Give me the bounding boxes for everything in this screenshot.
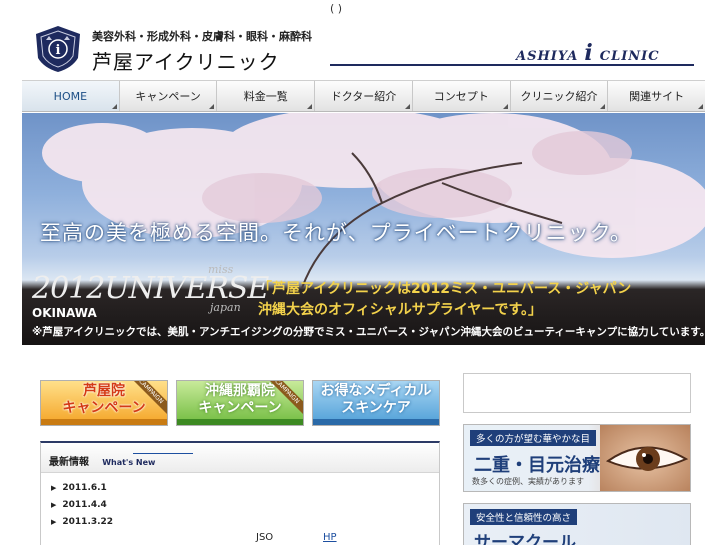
news-header: 最新情報 What's New [41,443,439,473]
nav-doctors[interactable]: ドクター紹介 [315,81,413,111]
hero-quote: 「芦屋アイクリニックは2012ミス・ユニバース・ジャパン 沖縄大会のオフィシャル… [258,279,631,321]
news-title: 最新情報 [49,457,89,468]
miss-universe-logo[interactable]: miss 2012UNIVERSE japan OKINAWA [32,263,269,320]
corner-arrow-icon [111,104,117,109]
nav-label: 料金一覧 [243,90,288,103]
label-line-2: キャンペーン [198,400,282,416]
news-json-text: JSO [256,532,274,543]
corner-arrow-icon [600,104,606,109]
label-line-2: キャンペーン [62,400,146,416]
news-link-underline[interactable] [133,453,193,454]
triangle-right-icon: ▶ [51,518,57,526]
top-paren-text: ( ) [330,2,343,15]
nav-label: 関連サイト [629,90,685,103]
corner-arrow-icon [404,104,410,109]
eye-banner-caption: 数多くの症例、実績があります [472,477,584,486]
corner-arrow-icon [698,104,704,109]
therma-banner-tag: 安全性と信頼性の高さ [470,509,578,525]
nav-label: HOME [53,89,88,103]
corner-arrow-icon [502,104,508,109]
nav-label: コンセプト [433,90,489,103]
okinawa-naha-campaign-button[interactable]: 沖縄那覇院 キャンペーン CAMPAIGN [176,380,304,426]
clinic-departments: 美容外科・形成外科・皮膚科・眼科・麻酔科 [92,30,312,43]
miss-japan-text: japan [210,301,241,314]
hero-banner: 至高の美を極める空間。それが、プライベートクリニック。 miss 2012UNI… [22,113,705,345]
corner-arrow-icon [307,104,313,109]
eye-banner-title: 二重・目元治療 [474,455,600,476]
nav-clinic-info[interactable]: クリニック紹介 [511,81,609,111]
therma-banner-title: サーマクール [474,533,576,545]
list-item[interactable]: ▶ 2011.6.1 [51,483,439,500]
miss-small-text: miss [208,263,234,276]
nav-label: クリニック紹介 [520,90,598,103]
nav-related-sites[interactable]: 関連サイト [608,81,705,111]
nav-campaign[interactable]: キャンペーン [120,81,218,111]
news-subtitle: What's New [102,458,156,467]
side-empty-box [463,373,691,413]
cherry-blossom-image [42,113,705,288]
brand-left: ASHIYA [516,49,579,64]
list-item[interactable]: ▶ 2011.3.22 [51,517,439,534]
nav-label: ドクター紹介 [330,90,397,103]
svg-text:i: i [56,43,61,58]
brand-wordmark: ASHIYA i CLINIC [516,40,660,66]
news-hp-link[interactable]: HP [323,532,337,543]
nav-home[interactable]: HOME [22,81,120,111]
hero-headline: 至高の美を極める空間。それが、プライベートクリニック。 [40,221,632,245]
button-bar [313,419,439,425]
quote-line-2: 沖縄大会のオフィシャルサプライヤーです。」 [258,302,543,318]
button-bar [177,419,303,425]
clinic-emblem-icon[interactable]: i [32,24,84,74]
button-bar [41,419,167,425]
clinic-name-logo[interactable]: 芦屋アイクリニック [92,46,280,75]
eye-banner-tag: 多くの方が望む華やかな目 [470,430,597,446]
list-item[interactable]: ▶ 2011.4.4 [51,500,439,517]
triangle-right-icon: ▶ [51,484,57,492]
medical-skincare-button[interactable]: お得なメディカル スキンケア [312,380,440,426]
double-eyelid-banner[interactable]: 多くの方が望む華やかな目 二重・目元治療 数多くの症例、実績があります [463,424,691,492]
news-date: 2011.6.1 [62,483,107,493]
news-box: 最新情報 What's New ▶ 2011.6.1 ▶ 2011.4.4 ▶ 201… [40,441,440,545]
nav-label: キャンペーン [135,90,201,103]
nav-concept[interactable]: コンセプト [413,81,511,111]
campaign-label: お得なメディカル スキンケア [313,383,439,417]
triangle-right-icon: ▶ [51,501,57,509]
brand-i: i [584,40,594,66]
header-divider [330,64,694,66]
news-date: 2011.4.4 [62,500,107,510]
news-date: 2011.3.22 [62,517,114,527]
eye-photo-icon [600,425,690,491]
news-list: ▶ 2011.6.1 ▶ 2011.4.4 ▶ 2011.3.22 [41,473,439,534]
corner-arrow-icon [209,104,215,109]
quote-line-1: 「芦屋アイクリニックは2012ミス・ユニバース・ジャパン [258,281,632,297]
label-line-1: お得なメディカル [320,383,432,399]
thermacool-banner[interactable]: 安全性と信頼性の高さ サーマクール [463,503,691,545]
hero-note: ※芦屋アイクリニックでは、美肌・アンチエイジングの分野でミス・ユニバース・ジャパ… [32,326,705,338]
ashiya-campaign-button[interactable]: 芦屋院 キャンペーン CAMPAIGN [40,380,168,426]
label-line-2: スキンケア [341,400,411,416]
nav-prices[interactable]: 料金一覧 [217,81,316,111]
main-nav: HOME キャンペーン 料金一覧 ドクター紹介 コンセプト クリニック紹介 関連… [22,80,705,112]
brand-right: CLINIC [599,49,660,64]
